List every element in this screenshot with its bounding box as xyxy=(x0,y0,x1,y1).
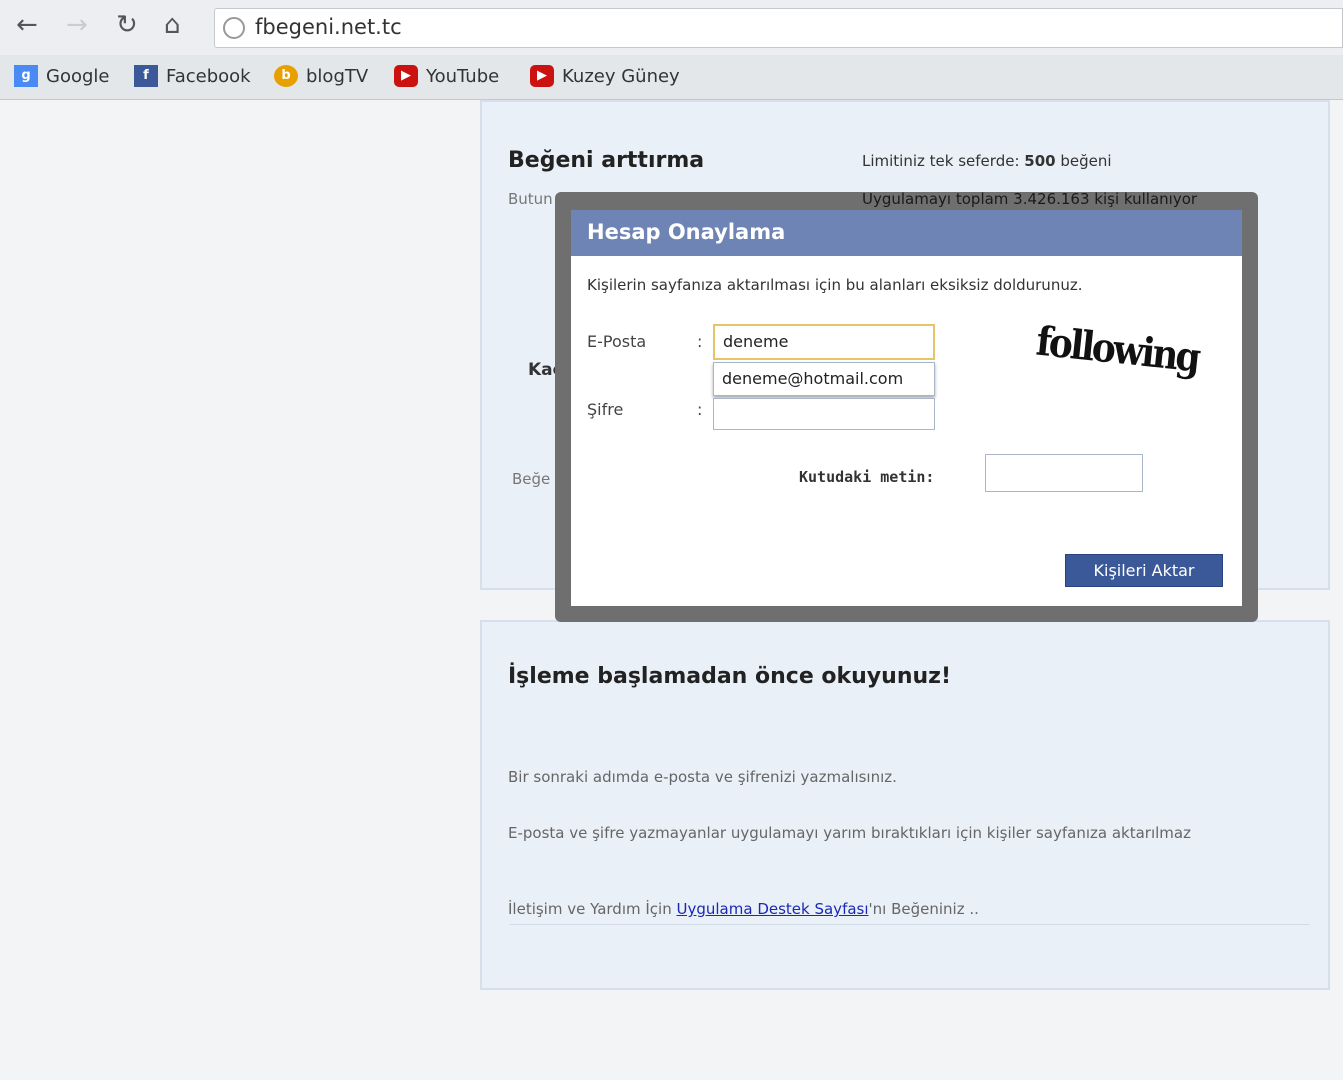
bookmark-kuzey-guney[interactable]: ▶ Kuzey Güney xyxy=(530,65,680,87)
email-input[interactable]: deneme xyxy=(713,324,935,360)
info-paragraph-2: E-posta ve şifre yazmayanlar uygulamayı … xyxy=(508,824,1191,842)
help-prefix: İletişim ve Yardım İçin xyxy=(508,900,672,918)
autocomplete-suggestion[interactable]: deneme@hotmail.com xyxy=(713,362,935,396)
forward-icon[interactable]: → xyxy=(66,10,88,40)
panel-title: İşleme başlamadan önce okuyunuz! xyxy=(508,664,951,689)
bookmark-blogtv[interactable]: b blogTV xyxy=(274,65,368,87)
dialog-title: Hesap Onaylama xyxy=(571,210,1242,256)
info-paragraph-1: Bir sonraki adımda e-posta ve şifrenizi … xyxy=(508,768,897,786)
globe-icon xyxy=(223,17,245,39)
bookmark-google[interactable]: g Google xyxy=(14,65,109,87)
password-label: Şifre xyxy=(587,400,624,419)
read-before-panel: İşleme başlamadan önce okuyunuz! Bir son… xyxy=(480,620,1330,990)
youtube-icon: ▶ xyxy=(530,65,554,87)
bookmark-label: Google xyxy=(46,65,110,87)
subtitle: Butun xyxy=(508,190,553,208)
youtube-icon: ▶ xyxy=(394,65,418,87)
limit-suffix: beğeni xyxy=(1060,152,1112,170)
bookmarks-bar: g Google f Facebook b blogTV ▶ YouTube ▶ Kuze… xyxy=(0,55,1343,100)
transfer-contacts-button[interactable]: Kişileri Aktar xyxy=(1065,554,1223,587)
limit-prefix: Limitiniz tek seferde: xyxy=(862,152,1020,170)
user-count: Uygulamayı toplam 3.426.163 kişi kullanı… xyxy=(862,190,1198,208)
bookmark-label: blogTV xyxy=(306,65,369,87)
email-label: E-Posta xyxy=(587,332,647,351)
google-icon: g xyxy=(14,65,38,87)
help-suffix: 'nı Beğeniniz .. xyxy=(868,900,979,918)
captcha-label: Kutudaki metin: xyxy=(799,468,935,486)
limit-text: Limitiniz tek seferde: 500 beğeni xyxy=(862,152,1112,170)
reload-icon[interactable]: ↻ xyxy=(116,10,138,40)
bookmark-youtube[interactable]: ▶ YouTube xyxy=(394,65,499,87)
instruction-text: Kişilerin sayfanıza aktarılması için bu … xyxy=(587,276,1083,294)
dialog-body: Kişilerin sayfanıza aktarılması için bu … xyxy=(571,256,1242,606)
colon: : xyxy=(697,332,703,351)
divider xyxy=(510,924,1310,925)
facebook-icon: f xyxy=(134,65,158,87)
password-input[interactable] xyxy=(713,398,935,430)
blogtv-icon: b xyxy=(274,65,298,87)
account-confirm-dialog: Hesap Onaylama Kişilerin sayfanıza aktar… xyxy=(555,192,1258,622)
bookmark-facebook[interactable]: f Facebook xyxy=(134,65,251,87)
limit-value: 500 xyxy=(1024,152,1056,170)
browser-toolbar: ← → ↻ ⌂ fbegeni.net.tc xyxy=(0,0,1343,55)
bookmark-label: YouTube xyxy=(426,65,500,87)
home-icon[interactable]: ⌂ xyxy=(164,10,181,40)
support-page-link[interactable]: Uygulama Destek Sayfası xyxy=(677,900,869,918)
address-bar[interactable]: fbegeni.net.tc xyxy=(214,8,1343,48)
info-paragraph-3: İletişim ve Yardım İçin Uygulama Destek … xyxy=(508,900,979,918)
url-text: fbegeni.net.tc xyxy=(255,15,402,39)
colon: : xyxy=(697,400,703,419)
captcha-image: following xyxy=(1034,317,1201,382)
back-icon[interactable]: ← xyxy=(16,10,38,40)
bookmark-label: Kuzey Güney xyxy=(562,65,680,87)
bege-label: Beğe xyxy=(512,470,551,488)
bookmark-label: Facebook xyxy=(166,65,251,87)
captcha-input[interactable] xyxy=(985,454,1143,492)
panel-title: Beğeni arttırma xyxy=(508,148,705,173)
